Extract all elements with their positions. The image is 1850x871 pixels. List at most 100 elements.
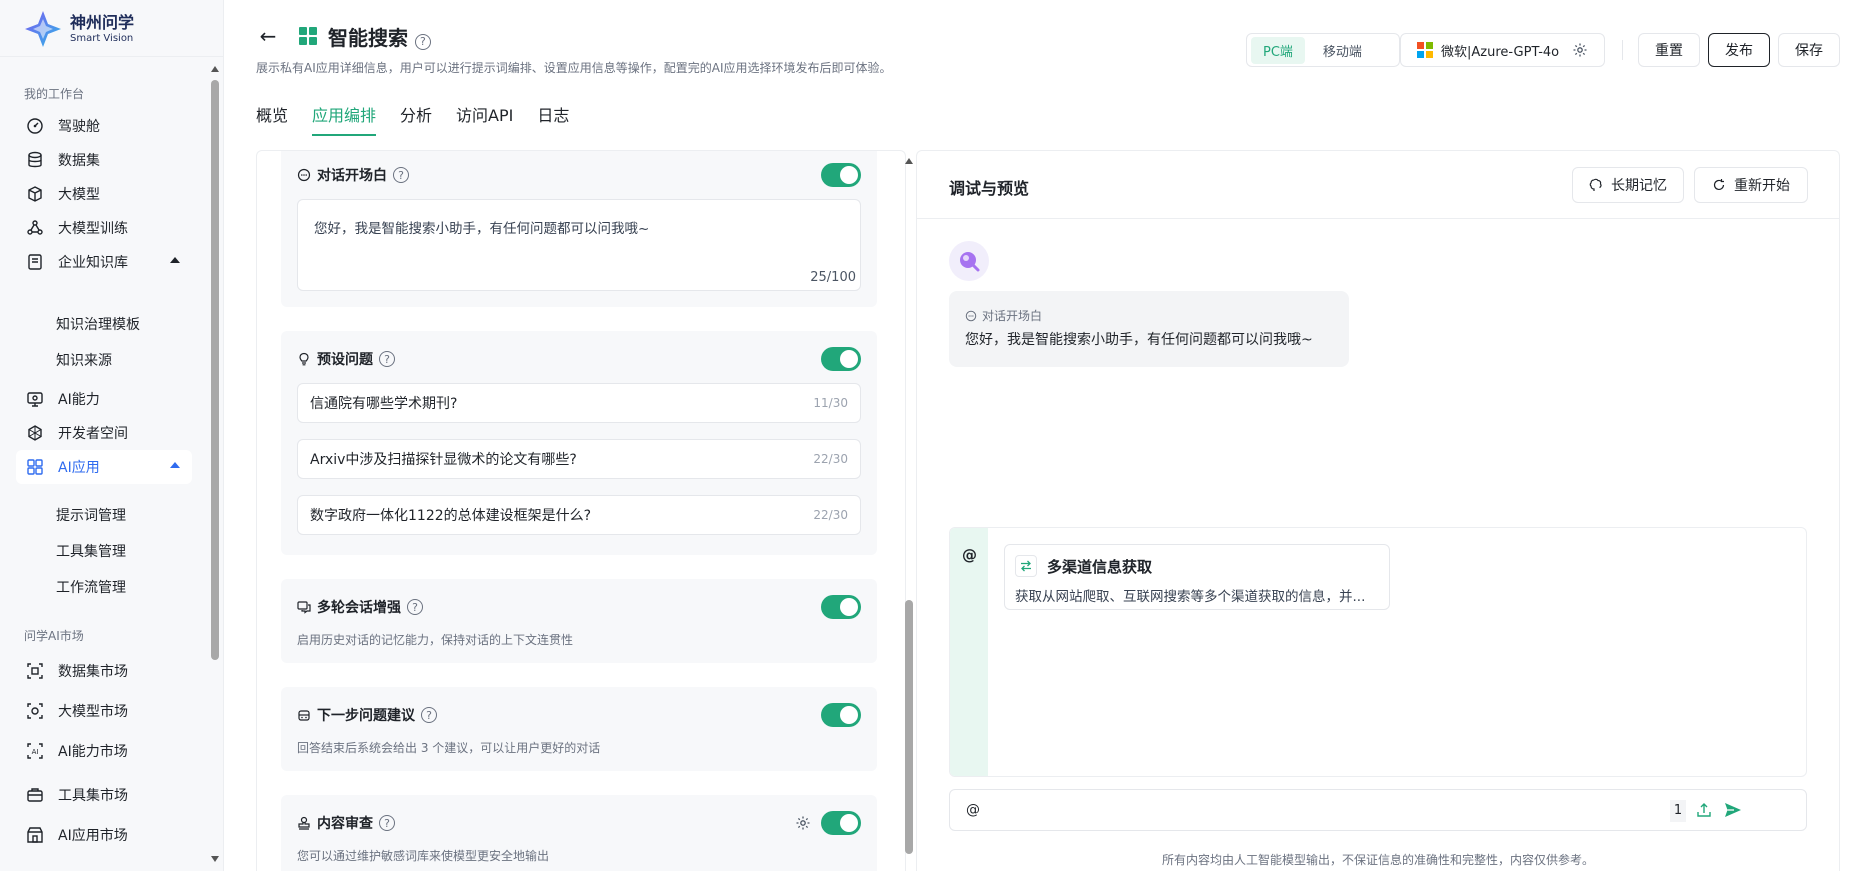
sidebar-item-app-market[interactable]: AI应用市场 <box>16 818 192 852</box>
moderation-desc: 您可以通过维护敏感词库来使模型更安全地输出 <box>297 849 550 863</box>
scroll-up-icon[interactable] <box>211 66 219 72</box>
tab-api[interactable]: 访问API <box>456 102 513 136</box>
bot-avatar <box>949 241 989 281</box>
sidebar-item-dataset[interactable]: 数据集 <box>16 143 192 177</box>
chat-bubble-icon <box>965 310 977 322</box>
sidebar-item-ai-market[interactable]: AI AI能力市场 <box>16 734 192 768</box>
moderation-title: 内容审查 ? <box>297 813 395 833</box>
sidebar-item-cockpit[interactable]: 驾驶舱 <box>16 109 192 143</box>
mention-at-symbol[interactable]: @ <box>962 546 977 564</box>
sidebar-item-label: 大模型训练 <box>58 221 128 237</box>
multi-turn-toggle[interactable] <box>821 595 861 619</box>
long-memory-button[interactable]: 长期记忆 <box>1572 167 1684 203</box>
next-suggest-title-text: 下一步问题建议 <box>317 708 415 724</box>
sidebar-subitem-workflows[interactable]: 工作流管理 <box>56 577 126 597</box>
restart-button[interactable]: 重新开始 <box>1694 167 1808 203</box>
tab-bar: 概览 应用编排 分析 访问API 日志 <box>256 102 569 136</box>
preset-question-input[interactable]: 信通院有哪些学术期刊? 11/30 <box>297 383 861 423</box>
help-icon[interactable]: ? <box>407 599 423 615</box>
sidebar-subitem-prompts[interactable]: 提示词管理 <box>56 505 126 525</box>
sidebar-subitem-toolsets[interactable]: 工具集管理 <box>56 541 126 561</box>
help-icon[interactable]: ? <box>414 33 431 50</box>
logo-star-icon <box>24 10 62 48</box>
page-description: 展示私有AI应用详细信息，用户可以进行提示词编排、设置应用信息等操作，配置完的A… <box>256 61 892 75</box>
tool-card[interactable]: 多渠道信息获取 获取从网站爬取、互联网搜索等多个渠道获取的信息，并... <box>1004 544 1390 610</box>
preset-question-text: 数字政府一体化1122的总体建设框架是什么? <box>310 508 592 524</box>
opening-message-label-text: 对话开场白 <box>982 309 1043 323</box>
send-icon[interactable] <box>1724 802 1742 818</box>
next-suggest-toggle[interactable] <box>821 703 861 727</box>
help-icon[interactable]: ? <box>393 167 409 183</box>
help-icon[interactable]: ? <box>379 351 395 367</box>
preset-toggle[interactable] <box>821 347 861 371</box>
sidebar-item-ai-ability[interactable]: AI能力 <box>16 382 192 416</box>
model-selector[interactable]: 微软|Azure-GPT-4o <box>1400 33 1605 67</box>
opening-toggle[interactable] <box>821 163 861 187</box>
chat-input[interactable]: @ 1 <box>949 789 1807 831</box>
preset-question-count: 22/30 <box>813 452 848 466</box>
tab-logs[interactable]: 日志 <box>537 102 569 136</box>
reset-button[interactable]: 重置 <box>1638 33 1700 67</box>
model-market-icon <box>26 702 44 720</box>
opening-textarea[interactable]: 您好，我是智能搜索小助手，有任何问题都可以问我哦~ 25/100 <box>297 199 861 291</box>
tool-mention-panel: @ 多渠道信息获取 获取从网站爬取、互联网搜索等多个渠道获取的信息，并... <box>949 527 1807 777</box>
help-icon[interactable]: ? <box>379 815 395 831</box>
platform-mobile-option[interactable]: 移动端 <box>1311 37 1374 64</box>
tool-description: 获取从网站爬取、互联网搜索等多个渠道获取的信息，并... <box>1015 589 1366 605</box>
sidebar-subitem-governance[interactable]: 知识治理模板 <box>56 314 140 334</box>
save-button[interactable]: 保存 <box>1778 33 1840 67</box>
back-arrow-icon[interactable]: ← <box>256 24 280 48</box>
collapse-caret-icon[interactable] <box>170 257 180 263</box>
cube-icon <box>26 185 44 203</box>
preview-panel: 调试与预览 长期记忆 重新开始 对话开场白 您好，我是智能搜索小助手，有任何问题… <box>916 150 1840 871</box>
sidebar-item-dataset-market[interactable]: 数据集市场 <box>16 654 192 688</box>
sidebar-item-model[interactable]: 大模型 <box>16 177 192 211</box>
sidebar-item-developer[interactable]: 开发者空间 <box>16 416 192 450</box>
config-scroll-thumb[interactable] <box>905 600 913 854</box>
ai-disclaimer: 所有内容均由人工智能模型输出，不保证信息的准确性和完整性，内容仅供参考。 <box>1161 853 1594 867</box>
config-scrollbar[interactable] <box>902 156 916 871</box>
opening-message-label: 对话开场白 <box>965 307 1042 324</box>
sidebar-subitem-source[interactable]: 知识来源 <box>56 350 112 370</box>
stamp-icon <box>297 816 311 830</box>
tab-orchestration[interactable]: 应用编排 <box>312 102 377 136</box>
header-divider <box>1622 40 1623 60</box>
sidebar-item-label: 企业知识库 <box>58 255 128 271</box>
sidebar-item-model-market[interactable]: 大模型市场 <box>16 694 192 728</box>
preset-question-text: Arxiv中涉及扫描探针显微术的论文有哪些? <box>310 452 577 468</box>
chat-input-value: @ <box>966 802 980 818</box>
tab-overview[interactable]: 概览 <box>256 102 288 136</box>
sidebar-scroll-thumb[interactable] <box>211 80 219 660</box>
preset-question-input[interactable]: Arxiv中涉及扫描探针显微术的论文有哪些? 22/30 <box>297 439 861 479</box>
preset-question-text: 信通院有哪些学术期刊? <box>310 396 458 412</box>
market-group-title: 问学AI市场 <box>24 629 84 643</box>
gear-icon[interactable] <box>1572 42 1588 58</box>
lightbulb-icon <box>297 352 311 366</box>
publish-button[interactable]: 发布 <box>1708 33 1770 67</box>
knowledge-icon <box>26 253 44 271</box>
training-icon <box>26 219 44 237</box>
multi-turn-desc: 启用历史对话的记忆能力，保持对话的上下文连贯性 <box>297 633 574 647</box>
upload-icon[interactable] <box>1696 802 1712 818</box>
dashboard-icon <box>26 117 44 135</box>
gear-icon[interactable] <box>795 815 811 831</box>
page-title: 智能搜索 ? <box>328 22 431 51</box>
platform-pc-option[interactable]: PC端 <box>1251 36 1305 64</box>
tab-analysis[interactable]: 分析 <box>400 102 432 136</box>
scroll-up-icon[interactable] <box>905 158 913 164</box>
sidebar-item-knowledge[interactable]: 企业知识库 <box>16 245 192 279</box>
moderation-toggle[interactable] <box>821 811 861 835</box>
sidebar-item-label: AI能力市场 <box>58 744 128 760</box>
sidebar-item-training[interactable]: 大模型训练 <box>16 211 192 245</box>
sidebar-item-ai-app[interactable]: AI应用 <box>16 450 192 484</box>
help-icon[interactable]: ? <box>421 707 437 723</box>
sidebar-item-toolset-market[interactable]: 工具集市场 <box>16 778 192 812</box>
scroll-down-icon[interactable] <box>211 856 219 862</box>
dataset-market-icon <box>26 662 44 680</box>
collapse-caret-icon[interactable] <box>170 462 180 468</box>
opening-title-text: 对话开场白 <box>317 168 387 184</box>
tool-name: 多渠道信息获取 <box>1047 558 1153 576</box>
preset-question-input[interactable]: 数字政府一体化1122的总体建设框架是什么? 22/30 <box>297 495 861 535</box>
brand-logo[interactable]: 神州问学 Smart Vision <box>24 10 134 48</box>
sidebar-scrollbar[interactable] <box>208 62 222 871</box>
